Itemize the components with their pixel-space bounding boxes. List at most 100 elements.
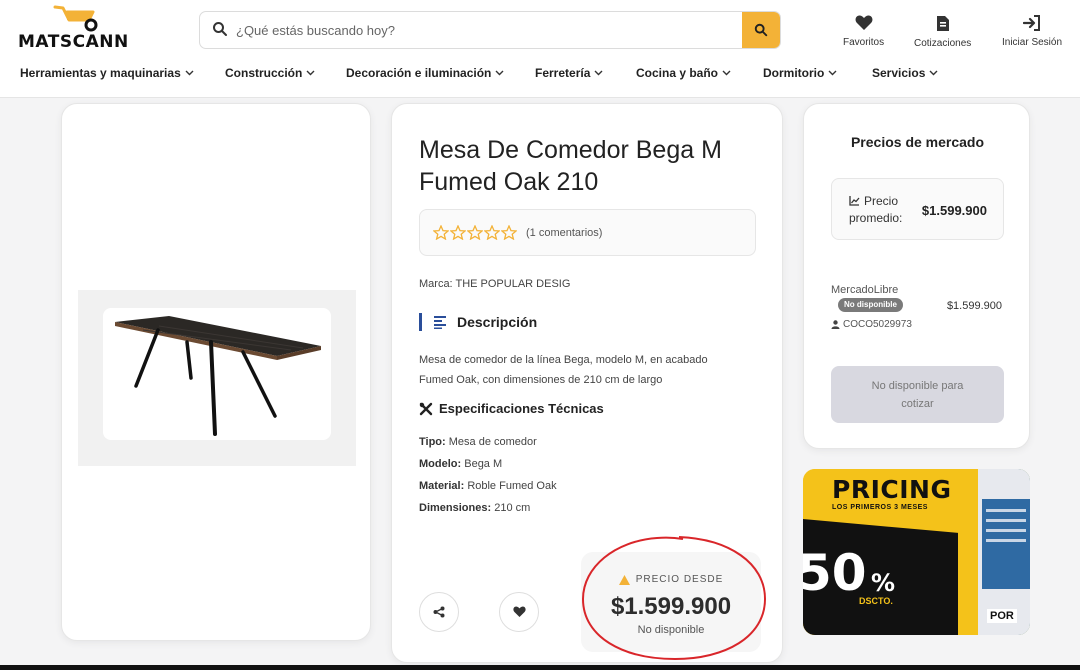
- description-heading: Descripción: [419, 313, 537, 331]
- star-outline-icon: [484, 225, 500, 240]
- chevron-down-icon: [594, 70, 603, 76]
- site-header: MATSCANN Favoritos Cotizaciones: [0, 0, 1080, 98]
- favorite-button[interactable]: [499, 592, 539, 632]
- product-brand: Marca: THE POPULAR DESIG: [419, 278, 571, 290]
- seller-price: $1.599.900: [946, 300, 1002, 312]
- spec-label: Material:: [419, 480, 465, 492]
- nav-item-decoracion[interactable]: Decoración e iluminación: [346, 66, 504, 80]
- description-heading-label: Descripción: [457, 314, 538, 330]
- text-align-icon: [434, 316, 446, 329]
- star-outline-icon: [501, 225, 517, 240]
- favorites-link[interactable]: Favoritos: [843, 15, 884, 48]
- heart-icon: [512, 606, 526, 618]
- warning-triangle-icon: [618, 574, 630, 585]
- price-label: PRECIO DESDE: [581, 574, 761, 585]
- promo-title: PRICING: [832, 475, 952, 504]
- rating-box[interactable]: (1 comentarios): [419, 209, 756, 256]
- tools-icon: [419, 402, 433, 415]
- login-link[interactable]: Iniciar Sesión: [1002, 15, 1062, 48]
- price-value: $1.599.900: [610, 593, 732, 620]
- spec-row: Material: Roble Fumed Oak: [419, 480, 557, 492]
- quote-button-line-2: cotizar: [901, 397, 934, 410]
- promo-subtitle: LOS PRIMEROS 3 MESES: [832, 504, 928, 511]
- comments-count[interactable]: (1 comentarios): [526, 227, 602, 239]
- price-label-text: PRECIO DESDE: [635, 574, 724, 585]
- product-info-card: Mesa De Comedor Bega M Fumed Oak 210 (1 …: [391, 103, 783, 663]
- nav-item-servicios[interactable]: Servicios: [872, 66, 938, 80]
- chevron-down-icon: [722, 70, 731, 76]
- brand-logo[interactable]: MATSCANN: [18, 4, 143, 52]
- star-outline-icon: [467, 225, 483, 240]
- nav-label: Herramientas y maquinarias: [20, 66, 181, 80]
- average-price-box: Precio promedio: $1.599.900: [831, 178, 1004, 240]
- nav-item-ferreteria[interactable]: Ferretería: [535, 66, 603, 80]
- spec-row: Modelo: Bega M: [419, 458, 502, 470]
- spec-label: Modelo:: [419, 458, 462, 470]
- wheelbarrow-icon: [53, 5, 98, 32]
- chevron-down-icon: [306, 70, 315, 76]
- spec-label: Tipo:: [419, 436, 446, 448]
- spec-value: Roble Fumed Oak: [467, 480, 557, 492]
- star-outline-icon: [450, 225, 466, 240]
- chevron-down-icon: [185, 70, 194, 76]
- search-input[interactable]: [236, 12, 736, 48]
- promo-banner[interactable]: PRICING LOS PRIMEROS 3 MESES 50 % DSCTO.…: [803, 469, 1030, 635]
- description-text: Mesa de comedor de la línea Bega, modelo…: [419, 354, 708, 386]
- promo-percent: %: [871, 569, 896, 597]
- spec-row: Dimensiones: 210 cm: [419, 502, 530, 514]
- share-button[interactable]: [419, 592, 459, 632]
- specs-heading-label: Especificaciones Técnicas: [439, 401, 604, 416]
- promo-dscto: DSCTO.: [859, 596, 893, 606]
- spec-label: Dimensiones:: [419, 502, 492, 514]
- product-image[interactable]: [103, 308, 331, 440]
- promo-por: POR: [987, 609, 1017, 623]
- market-title: Precios de mercado: [850, 134, 985, 150]
- seller-name[interactable]: MercadoLibre: [831, 284, 898, 296]
- nav-label: Decoración e iluminación: [346, 66, 492, 80]
- chevron-down-icon: [495, 70, 504, 76]
- table-image: [115, 316, 321, 436]
- average-price-label-2: promedio:: [849, 211, 903, 225]
- bottom-bar: [0, 665, 1080, 670]
- average-price-label: Precio promedio:: [849, 193, 902, 227]
- nav-item-cocina[interactable]: Cocina y baño: [636, 66, 731, 80]
- average-price-label-1: Precio: [864, 194, 899, 208]
- star-outline-icon: [433, 225, 449, 240]
- spec-value: Mesa de comedor: [448, 436, 537, 448]
- nav-label: Ferretería: [535, 66, 591, 80]
- search-bar: [199, 11, 781, 49]
- promo-discount-number: 50: [803, 544, 867, 602]
- nav-label: Servicios: [872, 66, 926, 80]
- product-image-frame: [78, 290, 356, 466]
- seller-user-id: COCO5029973: [843, 319, 912, 330]
- login-label: Iniciar Sesión: [1002, 37, 1063, 48]
- chevron-down-icon: [828, 70, 837, 76]
- spec-value: 210 cm: [494, 502, 531, 514]
- quote-button-line-1: No disponible para: [871, 379, 964, 392]
- login-icon: [1023, 15, 1041, 31]
- nav-label: Dormitorio: [763, 66, 825, 80]
- specs-heading: Especificaciones Técnicas: [419, 401, 604, 416]
- search-icon: [213, 22, 227, 36]
- seller-status-badge: No disponible: [838, 298, 903, 312]
- star-rating: [433, 225, 517, 240]
- seller-user: COCO5029973: [831, 319, 912, 330]
- user-icon: [831, 320, 840, 329]
- category-nav: Herramientas y maquinarias Construcción …: [0, 66, 1080, 86]
- chart-line-icon: [849, 196, 860, 206]
- product-image-card: [61, 103, 371, 641]
- quote-button[interactable]: No disponible para cotizar: [831, 366, 1004, 423]
- product-title: Mesa De Comedor Bega M Fumed Oak 210: [419, 136, 722, 196]
- nav-item-construccion[interactable]: Construcción: [225, 66, 315, 80]
- price-box: PRECIO DESDE $1.599.900 No disponible: [581, 552, 761, 652]
- average-price-value: $1.599.900: [921, 203, 987, 218]
- spec-row: Tipo: Mesa de comedor: [419, 436, 537, 448]
- nav-item-dormitorio[interactable]: Dormitorio: [763, 66, 837, 80]
- chevron-down-icon: [929, 70, 938, 76]
- heart-icon: [855, 15, 873, 30]
- quotes-label: Cotizaciones: [914, 38, 972, 49]
- price-status: No disponible: [637, 624, 705, 636]
- quotes-link[interactable]: Cotizaciones: [914, 15, 971, 49]
- search-button[interactable]: [742, 12, 780, 48]
- nav-item-herramientas[interactable]: Herramientas y maquinarias: [20, 66, 194, 80]
